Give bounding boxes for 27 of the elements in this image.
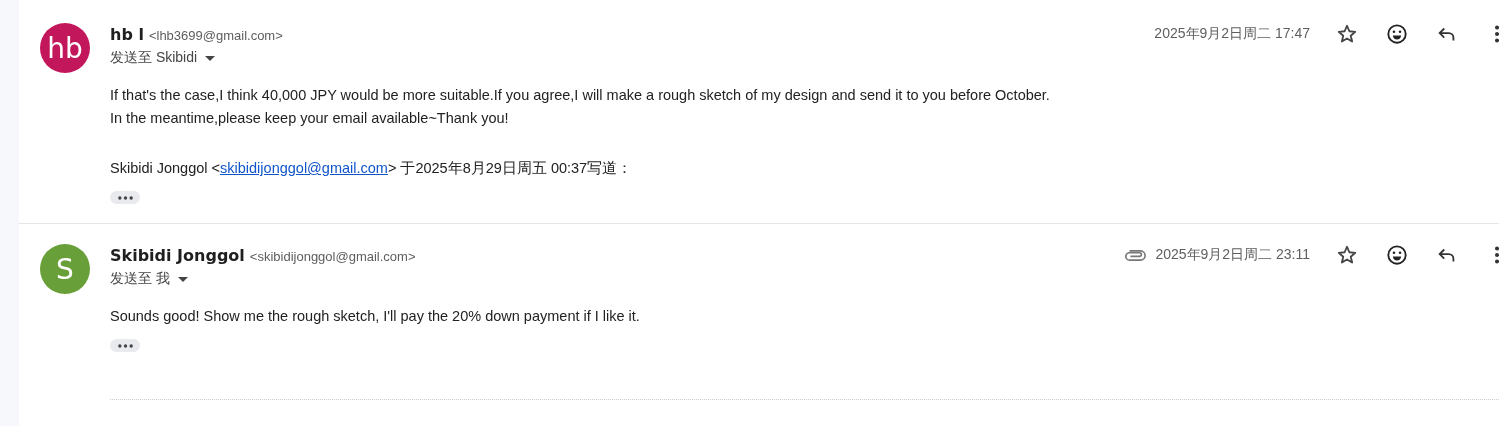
- ellipsis-icon: [116, 343, 134, 348]
- more-icon[interactable]: [1494, 244, 1499, 266]
- avatar: hb: [40, 23, 90, 73]
- message-date: 2025年9月2日周二 23:11: [1155, 246, 1310, 264]
- email-link[interactable]: skibidijonggol@gmail.com: [220, 160, 388, 176]
- sender-name: hb l: [110, 25, 144, 44]
- message-text: Sounds good! Show me the rough sketch, I'll pay the 20% down payment if I like it.: [110, 307, 641, 326]
- show-trimmed-button[interactable]: [110, 191, 140, 204]
- sender-name: Skibidi Jonggol: [110, 246, 245, 265]
- quote-header: Skibidi Jonggol <skibidijonggol@gmail.com> 于2025年8月29日周五 00:37写道：: [110, 159, 634, 178]
- ellipsis-icon: [116, 195, 134, 200]
- sender-email: <skibidijonggol@gmail.com>: [249, 249, 416, 264]
- star-icon[interactable]: [1336, 244, 1358, 266]
- dropdown-caret-icon[interactable]: [205, 55, 216, 61]
- show-trimmed-button[interactable]: [110, 339, 140, 352]
- more-icon[interactable]: [1494, 23, 1499, 45]
- emoji-icon[interactable]: [1386, 244, 1408, 266]
- message-text: If that's the case,I think 40,000 JPY would be more suitable.If you agree,I will make a rough sketch of my design and send it to you before October.: [110, 86, 1051, 105]
- message-text: In the meantime,please keep your email available~Thank you!: [110, 109, 510, 128]
- dropdown-caret-icon[interactable]: [177, 276, 188, 282]
- sender-email: <lhb3699@gmail.com>: [148, 28, 283, 43]
- recipient-label: 发送至 我: [110, 270, 170, 288]
- emoji-icon[interactable]: [1386, 23, 1408, 45]
- avatar: S: [40, 244, 90, 294]
- star-icon[interactable]: [1336, 23, 1358, 45]
- recipient-label: 发送至 Skibidi: [110, 49, 198, 67]
- message-date: 2025年9月2日周二 17:47: [1154, 25, 1310, 43]
